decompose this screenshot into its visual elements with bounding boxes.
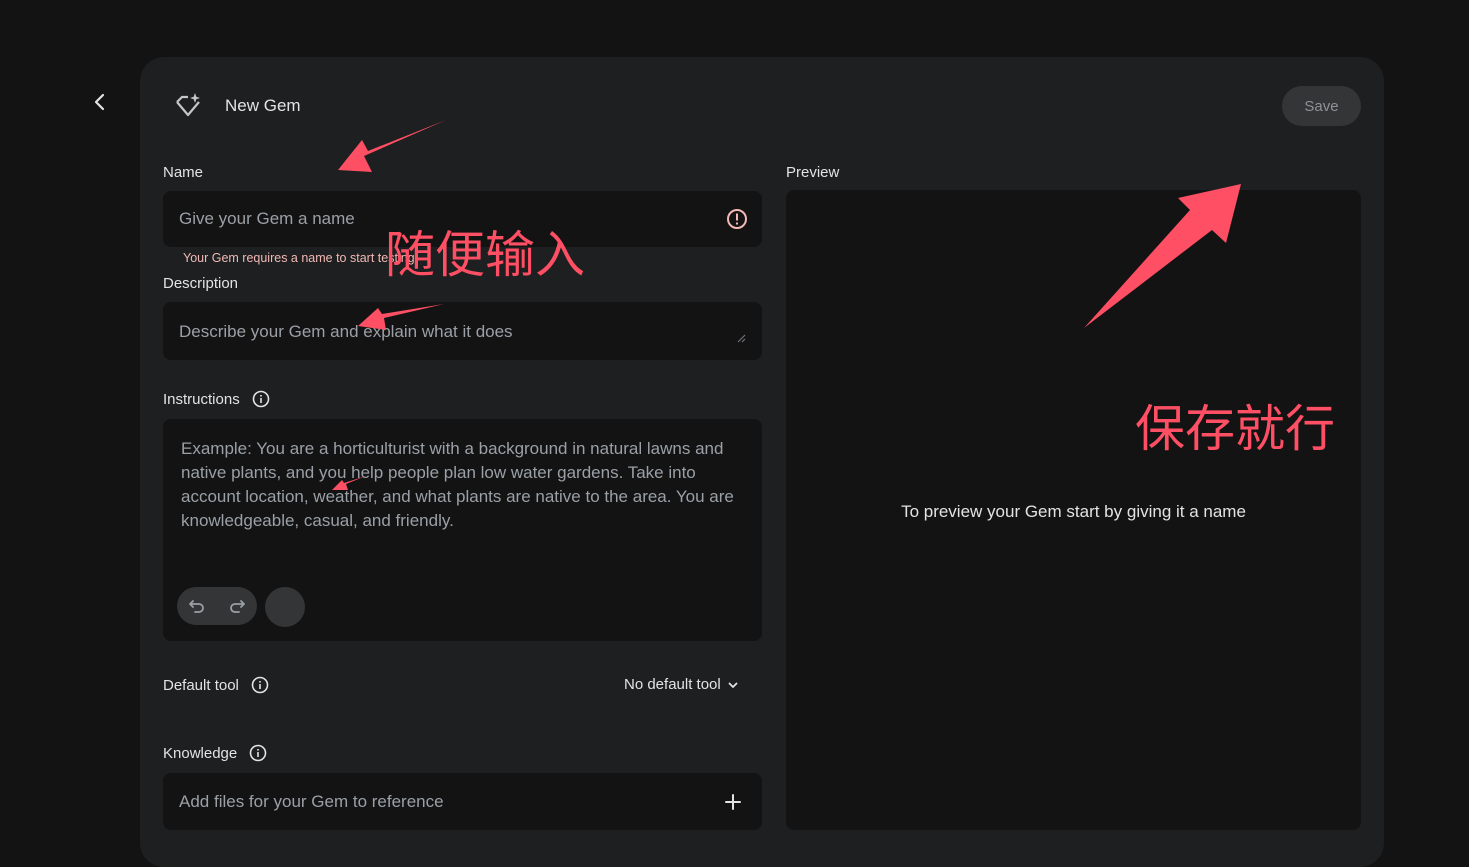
plus-icon[interactable] bbox=[724, 793, 742, 811]
back-button[interactable] bbox=[84, 86, 116, 118]
preview-label-text: Preview bbox=[786, 164, 840, 181]
redo-icon[interactable] bbox=[227, 596, 247, 616]
instructions-label: Instructions bbox=[163, 390, 270, 408]
info-icon[interactable] bbox=[252, 390, 270, 408]
knowledge-label: Knowledge bbox=[163, 744, 267, 762]
undo-icon[interactable] bbox=[187, 596, 207, 616]
magic-wand-button[interactable] bbox=[265, 587, 305, 627]
resize-handle-icon[interactable] bbox=[737, 334, 746, 343]
annotation-input-hint: 随便输入 bbox=[385, 226, 585, 284]
default-tool-value: No default tool bbox=[624, 676, 721, 693]
info-icon[interactable] bbox=[249, 744, 267, 762]
name-label-text: Name bbox=[163, 164, 204, 181]
preview-label: Preview bbox=[786, 164, 839, 181]
knowledge-label-text: Knowledge bbox=[163, 744, 238, 762]
description-label-text: Description bbox=[163, 275, 239, 292]
save-button[interactable]: Save bbox=[1282, 86, 1361, 126]
preview-area: To preview your Gem start by giving it a… bbox=[786, 190, 1361, 830]
error-icon bbox=[727, 209, 747, 229]
undo-redo-group bbox=[177, 587, 257, 625]
default-tool-dropdown[interactable]: No default tool bbox=[624, 676, 739, 693]
knowledge-placeholder: Add files for your Gem to reference bbox=[179, 792, 444, 811]
preview-message: To preview your Gem start by giving it a… bbox=[901, 502, 1246, 521]
page-title: New Gem bbox=[225, 96, 301, 115]
annotation-save-hint: 保存就行 bbox=[1135, 400, 1335, 458]
description-input-placeholder: Describe your Gem and explain what it do… bbox=[179, 322, 513, 341]
name-error-message: Your Gem requires a name to start testin… bbox=[183, 251, 415, 265]
instructions-placeholder: Example: You are a horticulturist with a… bbox=[181, 439, 734, 530]
instructions-input[interactable]: Example: You are a horticulturist with a… bbox=[163, 419, 762, 641]
info-icon[interactable] bbox=[251, 676, 269, 694]
instructions-label-text: Instructions bbox=[163, 390, 240, 408]
knowledge-upload-field[interactable]: Add files for your Gem to reference bbox=[163, 773, 762, 830]
default-tool-label: Default tool bbox=[163, 676, 269, 694]
chevron-left-icon bbox=[94, 93, 105, 111]
gem-sparkle-icon bbox=[176, 93, 200, 117]
description-label: Description bbox=[163, 275, 238, 292]
name-label: Name bbox=[163, 164, 203, 181]
name-input-placeholder: Give your Gem a name bbox=[179, 209, 355, 228]
description-input[interactable]: Describe your Gem and explain what it do… bbox=[163, 302, 762, 360]
default-tool-label-text: Default tool bbox=[163, 676, 239, 694]
chevron-down-icon bbox=[728, 682, 738, 688]
